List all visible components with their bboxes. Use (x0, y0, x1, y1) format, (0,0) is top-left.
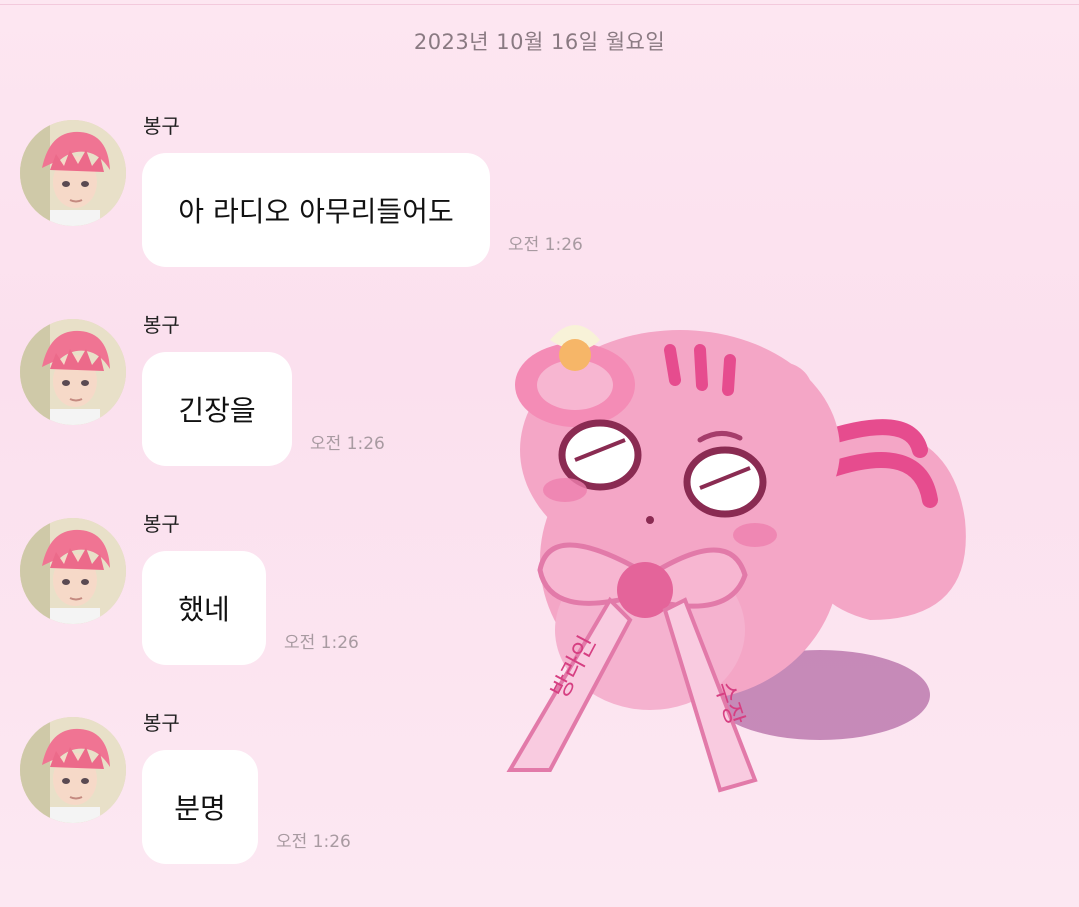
pink-squirrel-sticker-icon: 방라인 수장 (506, 325, 966, 793)
avatar-image-icon (20, 120, 126, 226)
avatar-image-icon (20, 319, 126, 425)
message-bubble[interactable]: 아 라디오 아무리들어도 (142, 153, 490, 267)
message-time: 오전 1:26 (284, 633, 359, 653)
avatar[interactable] (20, 319, 126, 425)
message-bubble[interactable]: 긴장을 (142, 352, 292, 466)
sender-name: 봉구 (143, 114, 180, 138)
message-time: 오전 1:26 (310, 434, 385, 454)
avatar[interactable] (20, 518, 126, 624)
sender-name: 봉구 (143, 512, 180, 536)
avatar[interactable] (20, 120, 126, 226)
avatar-image-icon (20, 518, 126, 624)
avatar-image-icon (20, 717, 126, 823)
message-row: 봉구 아 라디오 아무리들어도 오전 1:26 (0, 110, 700, 300)
squirrel-sticker[interactable]: 방라인 수장 (490, 300, 980, 810)
message-bubble[interactable]: 분명 (142, 750, 258, 864)
sender-name: 봉구 (143, 711, 180, 735)
message-bubble[interactable]: 했네 (142, 551, 266, 665)
date-divider: 2023년 10월 16일 월요일 (413, 30, 666, 54)
message-time: 오전 1:26 (276, 832, 351, 852)
avatar[interactable] (20, 717, 126, 823)
message-time: 오전 1:26 (508, 235, 583, 255)
sender-name: 봉구 (143, 313, 180, 337)
top-divider-line (0, 4, 1079, 5)
